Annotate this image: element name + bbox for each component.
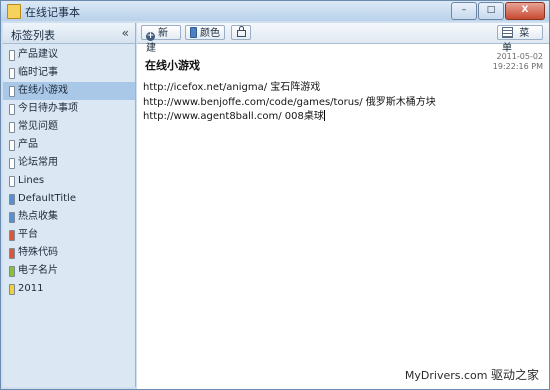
sidebar-item-label: 特殊代码 [18, 247, 58, 258]
sidebar-item[interactable]: 产品 [3, 136, 135, 154]
minimize-button[interactable]: – [451, 2, 477, 20]
close-button[interactable]: X [505, 2, 545, 20]
note-line: http://www.benjoffe.com/code/games/torus… [143, 96, 436, 108]
sidebar-item-label: 2011 [18, 283, 44, 294]
watermark-brand: 驱动之家 [490, 368, 539, 382]
note-line-text: http://www.agent8ball.com/ 008桌球 [143, 111, 324, 122]
note-timestamp: 2011-05-02 19:22:16 PM [493, 52, 543, 72]
sidebar-item-label: 热点收集 [18, 211, 58, 222]
tag-color-icon [9, 68, 15, 79]
app-window: 在线记事本 – □ X 标签列表 « 产品建议 临时记事 在线小游戏 今日待办事项 常见… [0, 0, 550, 390]
sidebar-item-label: 电子名片 [18, 265, 58, 276]
sidebar-item-label: 在线小游戏 [18, 85, 68, 96]
sidebar-item-label: 平台 [18, 229, 38, 240]
lock-button[interactable] [231, 25, 251, 40]
note-editor-pane: + 新建 颜色 菜单 在线小游戏 2011-05-02 19:22:16 PM h… [137, 23, 549, 389]
add-icon: + [146, 31, 155, 41]
tag-color-icon [9, 122, 15, 133]
sidebar-item-label: Lines [18, 175, 45, 186]
new-note-button[interactable]: + 新建 [141, 25, 181, 54]
text-caret [323, 110, 325, 121]
tag-color-icon [9, 248, 15, 259]
tag-color-icon [9, 284, 15, 295]
sidebar-item[interactable]: 2011 [3, 280, 135, 298]
sidebar-item[interactable]: 常见问题 [3, 118, 135, 136]
tag-color-icon [9, 266, 15, 277]
note-title[interactable]: 在线小游戏 [145, 57, 200, 73]
tag-color-icon [9, 50, 15, 61]
sidebar-item[interactable]: 今日待办事项 [3, 100, 135, 118]
sidebar-item-label: 常见问题 [18, 121, 58, 132]
lock-icon [237, 26, 246, 37]
notepad-app-icon [7, 4, 21, 19]
note-date: 2011-05-02 [496, 52, 544, 61]
watermark-site: MyDrivers.com [404, 369, 488, 382]
maximize-button[interactable]: □ [478, 2, 504, 20]
tag-color-icon [9, 194, 15, 205]
sidebar-item-label: 临时记事 [18, 67, 58, 78]
sidebar-header: 标签列表 « [3, 23, 135, 44]
tag-color-icon [9, 158, 15, 169]
sidebar-item[interactable]: 热点收集 [3, 208, 135, 226]
tag-color-icon [9, 86, 15, 97]
sidebar-item[interactable]: 临时记事 [3, 64, 135, 82]
tag-color-icon [9, 140, 15, 151]
tag-color-icon [9, 212, 15, 223]
sidebar-item-label: 论坛常用 [18, 157, 58, 168]
collapse-sidebar-icon[interactable]: « [122, 26, 129, 40]
sidebar-item[interactable]: 产品建议 [3, 46, 135, 64]
window-title: 在线记事本 [25, 6, 80, 19]
watermark: MyDrivers.com 驱动之家 [405, 366, 539, 383]
sidebar-item[interactable]: DefaultTitle [3, 190, 135, 208]
tag-list: 产品建议临时记事在线小游戏今日待办事项 常见问题产品论坛常用 Lines Defaul… [3, 44, 135, 298]
menu-icon [502, 27, 513, 38]
sidebar-item-label: 今日待办事项 [18, 103, 78, 114]
color-tag-icon [190, 27, 197, 38]
note-time: 19:22:16 PM [492, 62, 543, 71]
note-line: http://www.agent8ball.com/ 008桌球 [143, 110, 543, 125]
sidebar-item[interactable]: Lines [3, 172, 135, 190]
tag-color-icon [9, 176, 15, 187]
tag-color-icon [9, 230, 15, 241]
sidebar-title: 标签列表 [11, 29, 55, 42]
color-button[interactable]: 颜色 [185, 25, 225, 40]
tag-sidebar: 标签列表 « 产品建议临时记事在线小游戏今日待办事项 常见问题产品论坛常用 Line… [3, 23, 136, 387]
window-controls: – □ X [451, 2, 545, 20]
tag-color-icon [9, 104, 15, 115]
note-line: http://icefox.net/anigma/ 宝石阵游戏 [143, 82, 321, 93]
sidebar-item[interactable]: 特殊代码 [3, 244, 135, 262]
menu-button[interactable]: 菜单 [497, 25, 543, 54]
sidebar-item-label: 产品建议 [18, 49, 58, 60]
sidebar-item-label: DefaultTitle [18, 193, 76, 204]
sidebar-item[interactable]: 在线小游戏 [3, 82, 135, 100]
note-text-area[interactable]: http://icefox.net/anigma/ 宝石阵游戏 http://w… [143, 81, 543, 125]
toolbar: + 新建 颜色 菜单 [137, 23, 549, 54]
sidebar-item[interactable]: 电子名片 [3, 262, 135, 280]
sidebar-item-label: 产品 [18, 139, 38, 150]
color-label: 颜色 [200, 28, 220, 39]
sidebar-item[interactable]: 论坛常用 [3, 154, 135, 172]
sidebar-item[interactable]: 平台 [3, 226, 135, 244]
title-bar[interactable]: 在线记事本 – □ X [1, 1, 549, 21]
